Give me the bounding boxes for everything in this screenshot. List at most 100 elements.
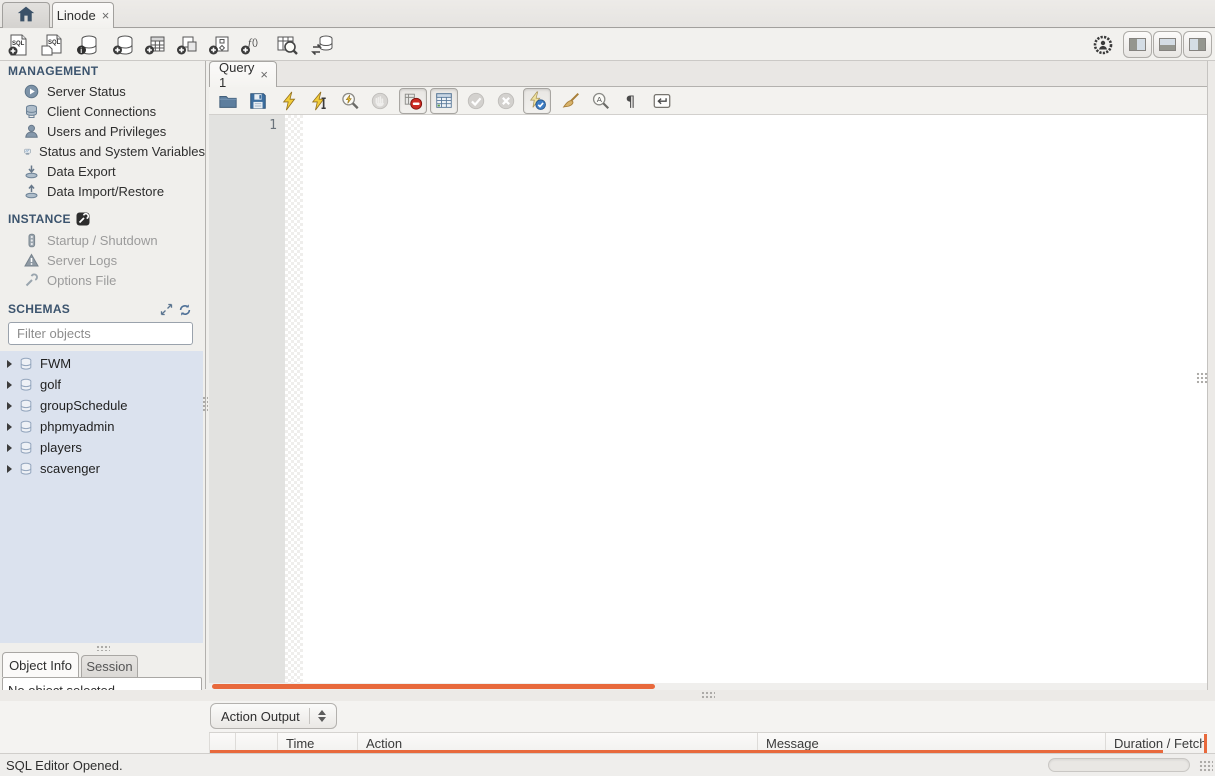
fold-margin	[285, 115, 303, 683]
scrollbar-thumb[interactable]	[212, 684, 655, 689]
create-procedure-button[interactable]	[206, 32, 232, 58]
expander-arrow-icon[interactable]	[7, 464, 12, 473]
search-data-button[interactable]	[274, 32, 300, 58]
explain-button[interactable]	[338, 89, 362, 113]
stop-on-error-icon	[404, 93, 423, 110]
inspect-database-button[interactable]: i	[74, 32, 100, 58]
stop-button[interactable]	[368, 89, 392, 113]
sidebar-item-server-logs[interactable]: Server Logs	[0, 250, 205, 270]
schema-item-groupschedule[interactable]: groupSchedule	[0, 395, 203, 416]
limit-rows-icon	[436, 93, 452, 108]
output-splitter-grip[interactable]	[701, 691, 715, 700]
commit-button[interactable]	[464, 89, 488, 113]
line-number: 1	[269, 118, 277, 133]
database-icon	[20, 399, 32, 412]
sidebar-item-users-privileges[interactable]: Users and Privileges	[0, 121, 205, 141]
invisible-chars-button[interactable]: ¶	[619, 89, 643, 113]
tab-session[interactable]: Session	[81, 655, 138, 677]
schema-item-fwm[interactable]: FWM	[0, 353, 203, 374]
create-view-icon	[177, 36, 197, 55]
sidebar-splitter-grip[interactable]	[96, 645, 110, 651]
management-section-title: MANAGEMENT	[8, 64, 99, 78]
expander-arrow-icon[interactable]	[7, 359, 12, 368]
sidebar-item-server-status[interactable]: Server Status	[0, 81, 205, 101]
create-function-icon: f ()	[241, 37, 258, 55]
toggle-bottom-panel-icon	[1159, 38, 1176, 51]
expander-arrow-icon[interactable]	[7, 380, 12, 389]
sidebar-item-startup-shutdown[interactable]: Startup / Shutdown	[0, 230, 205, 250]
users-icon	[25, 124, 38, 138]
create-schema-button[interactable]	[110, 32, 136, 58]
spinner-arrows-icon	[309, 708, 326, 724]
execute-icon	[282, 91, 296, 111]
sidebar-splitter[interactable]	[205, 61, 206, 689]
toggle-left-sidebar-button[interactable]	[1123, 31, 1152, 58]
sidebar-item-data-import[interactable]: Data Import/Restore	[0, 181, 205, 201]
output-splitter[interactable]	[0, 690, 1215, 701]
right-panel-splitter[interactable]	[1207, 61, 1215, 690]
schema-tree: FWM golf groupSchedule phpmyadmin player	[0, 351, 203, 643]
resize-grip[interactable]	[1199, 760, 1213, 772]
right-panel-splitter-grip[interactable]	[1196, 372, 1208, 384]
expander-arrow-icon[interactable]	[7, 422, 12, 431]
autocommit-toggle[interactable]	[523, 88, 551, 114]
database-icon	[20, 462, 32, 475]
execute-current-button[interactable]	[308, 89, 332, 113]
open-sql-file-button[interactable]: SQL	[39, 32, 65, 58]
reconnect-database-button[interactable]	[310, 32, 336, 58]
output-type-select[interactable]: Action Output	[210, 703, 337, 729]
open-sql-file-icon: SQL	[41, 34, 62, 56]
word-wrap-button[interactable]	[650, 89, 674, 113]
stop-on-error-toggle[interactable]	[399, 88, 427, 114]
expand-icon[interactable]	[160, 303, 173, 319]
connection-tab[interactable]: Linode ×	[52, 2, 114, 28]
startup-shutdown-icon	[28, 233, 36, 247]
close-icon[interactable]: ×	[260, 67, 268, 82]
toggle-right-sidebar-button[interactable]	[1183, 31, 1212, 58]
rollback-button[interactable]	[494, 89, 518, 113]
save-script-button[interactable]	[246, 89, 270, 113]
sidebar-item-data-export[interactable]: Data Export	[0, 161, 205, 181]
execute-button[interactable]	[278, 89, 302, 113]
sidebar-item-client-connections[interactable]: Client Connections	[0, 101, 205, 121]
database-icon	[20, 378, 32, 391]
sidebar-item-options-file[interactable]: Options File	[0, 270, 205, 290]
schema-item-golf[interactable]: golf	[0, 374, 203, 395]
expander-arrow-icon[interactable]	[7, 443, 12, 452]
create-function-button[interactable]: f ()	[238, 32, 264, 58]
home-tab[interactable]	[2, 2, 50, 28]
output-scrollbar-thumb[interactable]	[1204, 734, 1207, 753]
beautify-button[interactable]	[559, 89, 583, 113]
editor-horizontal-scrollbar[interactable]	[209, 683, 1207, 690]
inspect-database-icon: i	[77, 35, 97, 55]
expander-arrow-icon[interactable]	[7, 401, 12, 410]
commit-icon	[467, 92, 485, 110]
sidebar-splitter-grip[interactable]	[202, 396, 208, 412]
preferences-button[interactable]	[1090, 32, 1116, 58]
schema-filter-input[interactable]	[17, 326, 193, 341]
client-connections-icon	[26, 104, 37, 118]
limit-rows-toggle[interactable]	[430, 88, 458, 114]
save-script-icon	[250, 93, 266, 109]
tab-query-1[interactable]: Query 1 ×	[209, 60, 277, 90]
schema-item-players[interactable]: players	[0, 437, 203, 458]
preferences-icon	[1093, 35, 1113, 55]
sidebar-item-system-variables[interactable]: Status and System Variables	[0, 141, 205, 161]
find-button[interactable]: A	[589, 89, 613, 113]
main-toolbar: SQL SQL i f ()	[0, 29, 1215, 61]
new-sql-file-button[interactable]: SQL	[5, 32, 31, 58]
toggle-bottom-panel-button[interactable]	[1153, 31, 1182, 58]
refresh-icon[interactable]	[178, 303, 192, 320]
create-procedure-icon	[209, 36, 229, 55]
schema-item-phpmyadmin[interactable]: phpmyadmin	[0, 416, 203, 437]
tab-object-info[interactable]: Object Info	[2, 652, 79, 677]
database-icon	[20, 441, 32, 454]
create-table-button[interactable]	[142, 32, 168, 58]
open-script-button[interactable]	[216, 89, 240, 113]
create-view-button[interactable]	[174, 32, 200, 58]
schema-item-scavenger[interactable]: scavenger	[0, 458, 203, 479]
create-table-icon	[145, 36, 165, 55]
database-icon	[20, 357, 32, 370]
sql-editor[interactable]: 1	[209, 115, 1207, 683]
close-icon[interactable]: ×	[102, 8, 110, 23]
